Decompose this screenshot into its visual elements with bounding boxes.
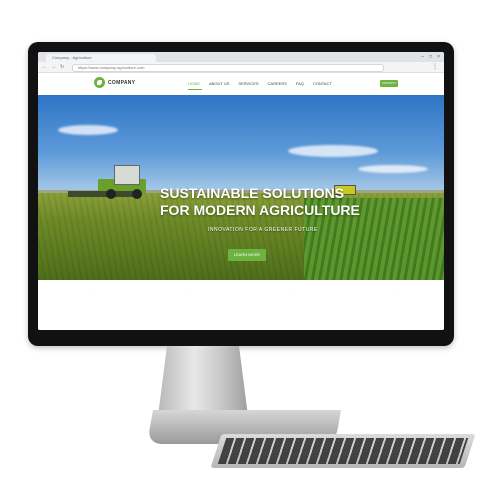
hero-title-line2: FOR MODERN AGRICULTURE <box>160 202 360 218</box>
hero-subtitle: INNOVATION FOR A GREENER FUTURE <box>208 227 318 233</box>
browser-tabbar: Company - Agriculture – □ × <box>38 52 444 62</box>
combine-harvester <box>68 165 154 203</box>
cloud <box>288 145 378 157</box>
site-header: COMPANY HOME ABOUT US SERVICES CAREERS F… <box>38 73 444 95</box>
arrow-left-icon[interactable]: ← <box>42 64 47 70</box>
active-nav-underline <box>188 89 202 90</box>
hero-title-line1: SUSTAINABLE SOLUTIONS <box>160 185 345 201</box>
close-icon[interactable]: × <box>437 54 440 60</box>
below-hero: · · · · <box>38 280 444 330</box>
nav-item-about[interactable]: ABOUT US <box>209 81 229 86</box>
main-nav: HOME ABOUT US SERVICES CAREERS FAQ CONTA… <box>188 81 332 86</box>
hero-title: SUSTAINABLE SOLUTIONS FOR MODERN AGRICUL… <box>160 185 360 219</box>
arrow-right-icon[interactable]: → <box>51 64 56 70</box>
hero-section: SUSTAINABLE SOLUTIONS FOR MODERN AGRICUL… <box>38 95 444 280</box>
nav-item-home[interactable]: HOME <box>188 81 200 86</box>
nav-item-contact[interactable]: CONTACT <box>313 81 332 86</box>
learn-more-button[interactable]: LEARN MORE <box>228 249 266 261</box>
maximize-icon[interactable]: □ <box>429 54 432 60</box>
nav-item-careers[interactable]: CAREERS <box>268 81 287 86</box>
keyboard <box>210 434 476 468</box>
address-bar[interactable]: https://www.company-agriculture.com <box>72 64 384 72</box>
section-markers: · · · · <box>88 290 394 295</box>
leaf-logo-icon <box>94 77 105 88</box>
logo[interactable]: COMPANY <box>94 77 135 88</box>
browser-tab[interactable]: Company - Agriculture <box>46 54 156 62</box>
kebab-menu-icon[interactable]: ⋮ <box>432 63 438 70</box>
browser-toolbar: ← → ↻ https://www.company-agriculture.co… <box>38 62 444 73</box>
nav-item-services[interactable]: SERVICES <box>238 81 258 86</box>
tab-title: Company - Agriculture <box>52 55 92 60</box>
cloud <box>358 165 428 173</box>
header-cta-button[interactable]: CONTACT <box>380 80 398 87</box>
monitor: Company - Agriculture – □ × ← → ↻ https:… <box>28 42 454 346</box>
keyboard-keys <box>217 438 469 464</box>
window-controls: – □ × <box>421 54 440 60</box>
cloud <box>58 125 118 135</box>
monitor-stand <box>158 346 248 416</box>
nav-item-faq[interactable]: FAQ <box>296 81 304 86</box>
minimize-icon[interactable]: – <box>421 54 424 60</box>
monitor-screen: Company - Agriculture – □ × ← → ↻ https:… <box>38 52 444 330</box>
logo-text: COMPANY <box>108 79 136 86</box>
reload-icon[interactable]: ↻ <box>60 64 64 70</box>
url-text: https://www.company-agriculture.com <box>78 65 145 70</box>
